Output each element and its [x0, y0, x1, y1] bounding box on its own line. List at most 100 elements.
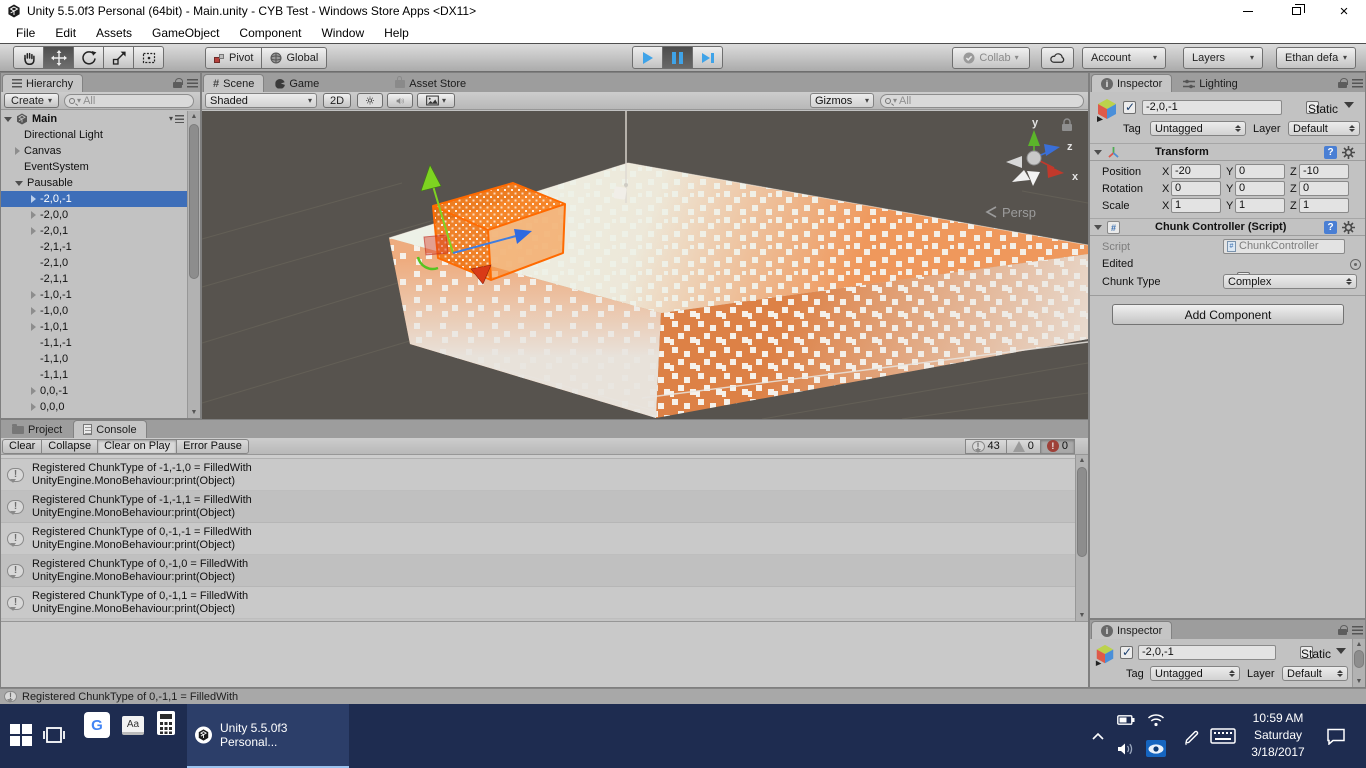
- expand-arrow-icon[interactable]: [31, 195, 36, 203]
- static-caret-icon[interactable]: [1344, 102, 1354, 108]
- console-scrollbar-thumb[interactable]: [1077, 467, 1087, 557]
- axis-x-label[interactable]: x: [1072, 171, 1079, 183]
- scene-menu-icon[interactable]: ▾: [169, 115, 184, 123]
- hierarchy-item[interactable]: EventSystem: [1, 159, 187, 175]
- status-bar[interactable]: ! Registered ChunkType of 0,-1,1 = Fille…: [0, 688, 1366, 704]
- expand-arrow-icon[interactable]: [31, 323, 36, 331]
- script-reference-field[interactable]: # ChunkController: [1223, 239, 1345, 254]
- lock-icon[interactable]: [173, 78, 182, 91]
- account-dropdown[interactable]: Account▾: [1082, 47, 1166, 69]
- calculator-app-button[interactable]: [156, 710, 176, 736]
- inspector-lock-icon[interactable]: [1338, 78, 1347, 91]
- step-button[interactable]: [692, 46, 723, 69]
- menu-help[interactable]: Help: [374, 26, 419, 40]
- component-collapse-icon[interactable]: [1094, 225, 1102, 230]
- wifi-icon[interactable]: [1147, 713, 1165, 727]
- hierarchy-item[interactable]: Pausable: [1, 175, 187, 191]
- expand-arrow-icon[interactable]: [31, 307, 36, 315]
- tag-dropdown[interactable]: Untagged: [1150, 666, 1240, 681]
- hierarchy-scrollbar[interactable]: ▲ ▼: [187, 111, 200, 418]
- tray-clock[interactable]: 10:59 AM Saturday 3/18/2017: [1240, 710, 1316, 761]
- move-tool-button[interactable]: [43, 46, 74, 69]
- layers-dropdown[interactable]: Layers▾: [1183, 47, 1263, 69]
- panel-menu-icon[interactable]: [187, 79, 198, 91]
- hierarchy-item[interactable]: -2,0,0: [1, 207, 187, 223]
- eye-app-icon[interactable]: [1146, 740, 1166, 757]
- hierarchy-search-input[interactable]: ▾ All: [64, 94, 194, 108]
- scale-tool-button[interactable]: [103, 46, 134, 69]
- scroll-up-icon[interactable]: ▲: [188, 111, 200, 122]
- transform-header[interactable]: Transform ?: [1090, 143, 1365, 161]
- expand-arrow-icon[interactable]: [15, 147, 20, 155]
- google-app-button[interactable]: G: [84, 712, 110, 738]
- tab-console[interactable]: Console: [73, 420, 146, 438]
- object-picker-icon[interactable]: [1350, 259, 1361, 270]
- rotation-x-field[interactable]: 0: [1171, 181, 1221, 196]
- console-log-entry[interactable]: !Registered ChunkType of 0,-1,1 = Filled…: [1, 587, 1075, 619]
- inspector2-lock-icon[interactable]: [1338, 625, 1347, 638]
- global-toggle-button[interactable]: Global: [261, 47, 327, 69]
- taskbar-task-unity[interactable]: Unity 5.5.0f3 Personal...: [187, 704, 349, 768]
- tab-hierarchy[interactable]: Hierarchy: [2, 74, 83, 92]
- expand-arrow-icon[interactable]: [31, 291, 36, 299]
- chunk-type-dropdown[interactable]: Complex: [1223, 274, 1357, 289]
- gear-icon[interactable]: [1342, 221, 1355, 234]
- collapse-button[interactable]: Collapse: [41, 439, 98, 454]
- collapse-arrow-icon[interactable]: [4, 117, 12, 122]
- console-detail-pane[interactable]: [1, 621, 1088, 687]
- layer-dropdown[interactable]: Default: [1288, 121, 1360, 136]
- console-log-entry[interactable]: !Registered ChunkType of -1,-1,1 = Fille…: [1, 491, 1075, 523]
- rotation-y-field[interactable]: 0: [1235, 181, 1285, 196]
- inspector2-scrollbar[interactable]: ▲ ▼: [1352, 639, 1365, 687]
- inspector-menu-icon[interactable]: [1352, 79, 1363, 91]
- console-scroll-up-icon[interactable]: ▲: [1076, 455, 1088, 466]
- info-count-button[interactable]: ! 43: [965, 439, 1007, 454]
- volume-icon[interactable]: [1117, 742, 1135, 756]
- hierarchy-item[interactable]: 0,0,-1: [1, 383, 187, 399]
- tab-lighting[interactable]: Lighting: [1173, 74, 1248, 92]
- console-log-entry[interactable]: !Registered ChunkType of -1,-1,0 = Fille…: [1, 459, 1075, 491]
- gameobject-cube-icon[interactable]: [1095, 97, 1119, 122]
- expand-arrow-icon[interactable]: [31, 227, 36, 235]
- error-pause-button[interactable]: Error Pause: [176, 439, 249, 454]
- scene-search-input[interactable]: ▾ All: [880, 94, 1084, 108]
- pen-icon[interactable]: [1183, 726, 1201, 746]
- touch-keyboard-icon[interactable]: [1210, 728, 1236, 744]
- active-checkbox[interactable]: [1120, 646, 1133, 659]
- tab-project[interactable]: Project: [2, 420, 72, 438]
- hierarchy-item[interactable]: -1,1,-1: [1, 335, 187, 351]
- hierarchy-item[interactable]: 0,0,0: [1, 399, 187, 415]
- position-x-field[interactable]: -20: [1171, 164, 1221, 179]
- title-bar[interactable]: Unity 5.5.0f3 Personal (64bit) - Main.un…: [0, 0, 1366, 22]
- hierarchy-item[interactable]: -2,0,-1: [1, 191, 187, 207]
- scene-audio-toggle[interactable]: [387, 93, 413, 108]
- cloud-button[interactable]: [1041, 47, 1074, 69]
- hierarchy-item[interactable]: -2,1,-1: [1, 239, 187, 255]
- expand-arrow-icon[interactable]: [31, 387, 36, 395]
- close-button[interactable]: ×: [1324, 0, 1364, 22]
- add-component-button[interactable]: Add Component: [1112, 304, 1344, 325]
- error-count-button[interactable]: ! 0: [1040, 439, 1075, 454]
- hierarchy-item[interactable]: -1,0,0: [1, 303, 187, 319]
- play-button[interactable]: [632, 46, 663, 69]
- console-scroll-down-icon[interactable]: ▼: [1076, 610, 1088, 621]
- scroll-down-icon[interactable]: ▼: [188, 407, 200, 418]
- inspector2-menu-icon[interactable]: [1352, 626, 1363, 638]
- chunk-controller-header[interactable]: # Chunk Controller (Script) ?: [1090, 218, 1365, 236]
- hierarchy-item[interactable]: -2,1,1: [1, 271, 187, 287]
- active-checkbox[interactable]: [1123, 101, 1136, 114]
- menu-file[interactable]: File: [6, 26, 45, 40]
- static-caret-icon[interactable]: [1336, 648, 1346, 654]
- restore-button[interactable]: [1276, 0, 1316, 22]
- position-z-field[interactable]: -10: [1299, 164, 1349, 179]
- shading-mode-dropdown[interactable]: Shaded▾: [205, 93, 317, 108]
- hierarchy-item[interactable]: -2,1,0: [1, 255, 187, 271]
- scroll-up-icon[interactable]: ▲: [1353, 639, 1365, 650]
- hierarchy-item[interactable]: -1,1,0: [1, 351, 187, 367]
- position-y-field[interactable]: 0: [1235, 164, 1285, 179]
- scrollbar-thumb[interactable]: [189, 124, 199, 279]
- console-log-entry[interactable]: !Registered ChunkType of 0,-1,0 = Filled…: [1, 555, 1075, 587]
- collapse-arrow-icon[interactable]: [15, 181, 23, 186]
- gameobject-name-field[interactable]: -2,0,-1: [1142, 100, 1282, 115]
- rect-tool-button[interactable]: [133, 46, 164, 69]
